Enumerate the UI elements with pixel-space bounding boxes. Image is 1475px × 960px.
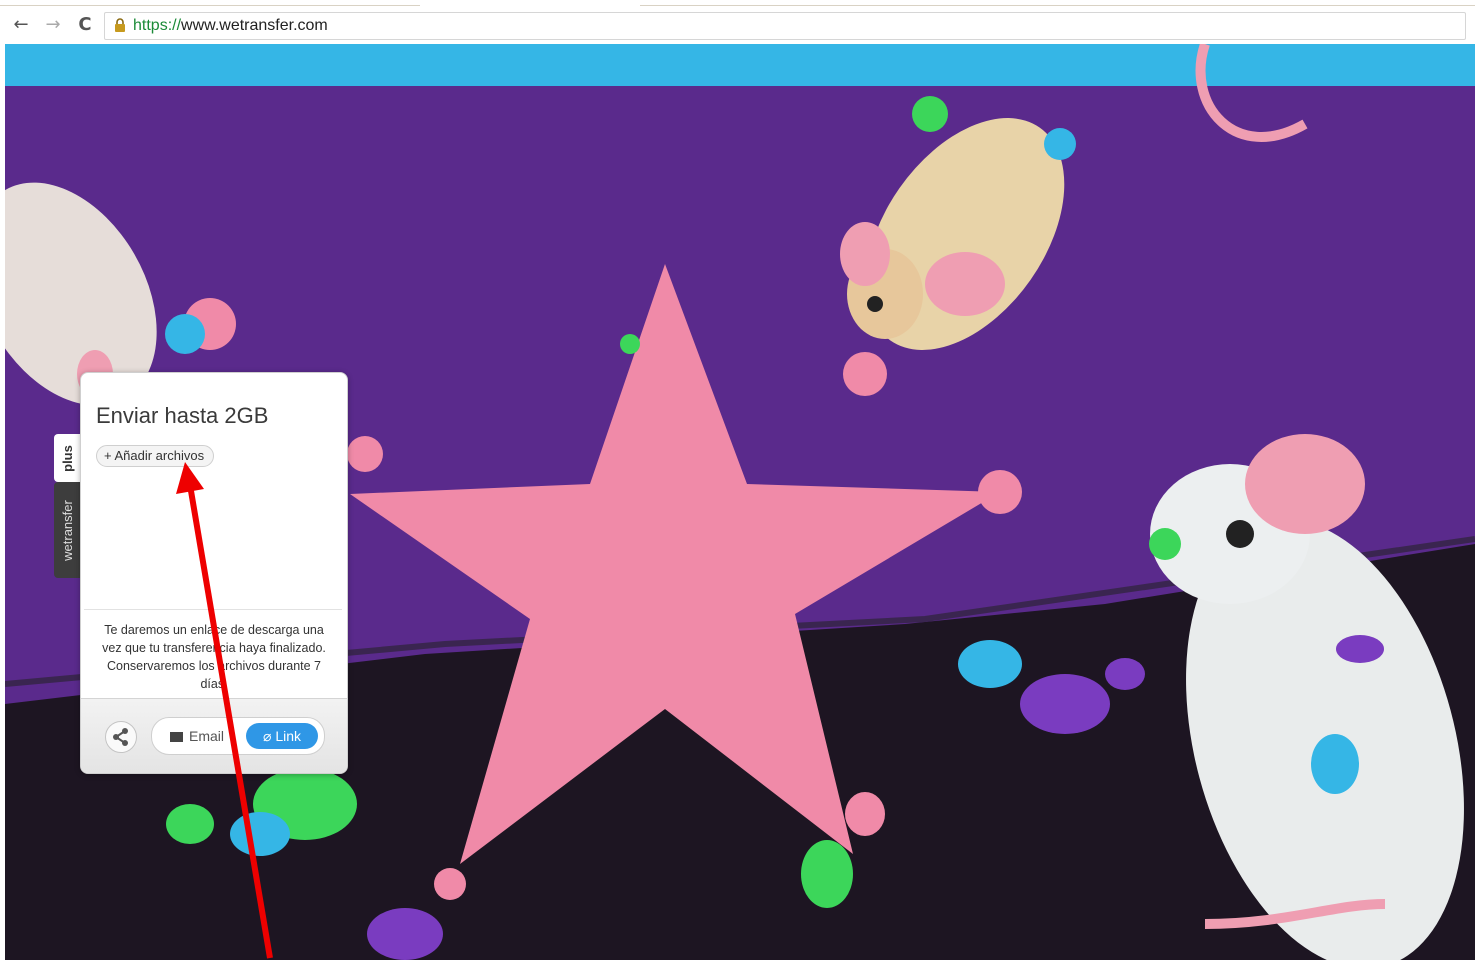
share-button[interactable] [105, 721, 137, 753]
file-drop-area[interactable] [84, 473, 342, 610]
browser-toolbar: ← → C https://www.wetransfer.com [0, 0, 1475, 44]
url-text: https://www.wetransfer.com [133, 17, 328, 35]
email-option[interactable]: Email [170, 728, 224, 744]
upload-panel: Enviar hasta 2GB + Añadir archivos Te da… [80, 372, 348, 774]
active-tab-gap [420, 3, 640, 7]
add-files-button[interactable]: + Añadir archivos [96, 445, 215, 467]
address-bar[interactable]: https://www.wetransfer.com [104, 12, 1466, 40]
link-label: Link [275, 728, 301, 744]
panel-title: Enviar hasta 2GB [96, 403, 269, 428]
email-label: Email [189, 728, 225, 744]
panel-footer: Email ⌀ Link [81, 698, 347, 773]
back-icon[interactable]: ← [10, 14, 32, 36]
delivery-toggle: Email ⌀ Link [151, 717, 325, 755]
link-option[interactable]: ⌀ Link [246, 723, 318, 749]
tab-wetransfer[interactable]: wetransfer [54, 482, 80, 578]
info-text: Te daremos un enlace de descarga una vez… [102, 623, 326, 691]
url-scheme: https:// [133, 17, 182, 34]
reload-icon[interactable]: C [74, 14, 96, 36]
tab-plus[interactable]: plus [54, 434, 80, 482]
link-icon: ⌀ [262, 728, 276, 744]
tab-plus-label: plus [59, 444, 75, 472]
share-icon [113, 728, 128, 746]
url-host: www.wetransfer.com [181, 17, 328, 34]
tab-wetransfer-label: wetransfer [59, 499, 75, 561]
lock-icon [115, 18, 125, 32]
forward-icon[interactable]: → [42, 14, 64, 36]
tab-strip-line [0, 5, 1475, 6]
envelope-icon [170, 732, 183, 742]
